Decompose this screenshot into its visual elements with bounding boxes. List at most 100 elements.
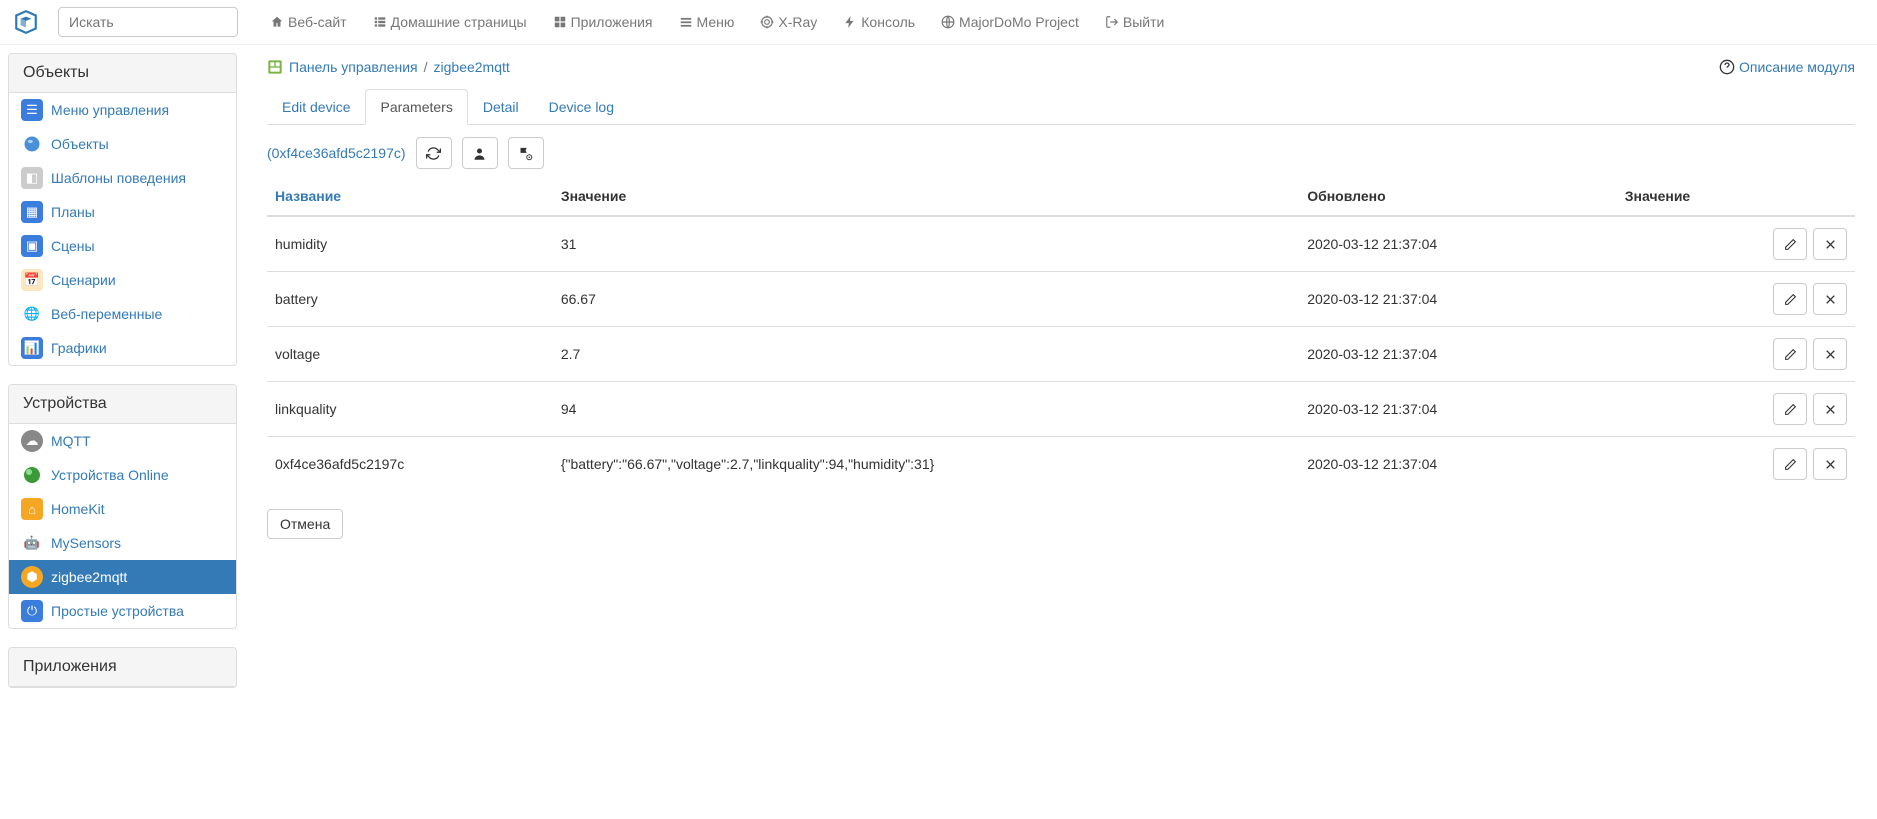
sidebar-item-behavior[interactable]: ◧ Шаблоны поведения bbox=[9, 161, 236, 195]
search-input[interactable] bbox=[58, 7, 238, 37]
sidebar-item-label: Меню управления bbox=[51, 102, 169, 118]
edit-button[interactable] bbox=[1773, 448, 1807, 480]
nav-menu[interactable]: Меню bbox=[667, 6, 747, 38]
nav-console-label: Консоль bbox=[861, 14, 915, 30]
nav-xray[interactable]: X-Ray bbox=[748, 6, 829, 38]
sphere-icon bbox=[21, 133, 43, 155]
sidebar-item-mysensors[interactable]: 🤖 MySensors bbox=[9, 526, 236, 560]
delete-button[interactable] bbox=[1813, 448, 1847, 480]
cell-name: linkquality bbox=[267, 382, 553, 437]
sidebar-item-label: zigbee2mqtt bbox=[51, 569, 127, 585]
mysensors-icon: 🤖 bbox=[21, 532, 43, 554]
sidebar-item-simple-devices[interactable]: ⏻ Простые устройства bbox=[9, 594, 236, 628]
tab-device-log[interactable]: Device log bbox=[534, 89, 629, 125]
sidebar-item-objects[interactable]: Объекты bbox=[9, 127, 236, 161]
breadcrumb-current[interactable]: zigbee2mqtt bbox=[434, 59, 510, 75]
sidebar-devices-header: Устройства bbox=[9, 385, 236, 424]
delete-button[interactable] bbox=[1813, 393, 1847, 425]
nav-project[interactable]: MajorDoMo Project bbox=[929, 6, 1091, 38]
calendar-icon: 📅 bbox=[21, 269, 43, 291]
flag-gear-icon bbox=[518, 146, 533, 161]
delete-button[interactable] bbox=[1813, 338, 1847, 370]
sidebar-item-label: MQTT bbox=[51, 433, 91, 449]
sidebar-item-webvars[interactable]: 🌐 Веб-переменные bbox=[9, 297, 236, 331]
breadcrumb-control-panel[interactable]: Панель управления bbox=[289, 59, 418, 75]
nav-website-label: Веб-сайт bbox=[288, 14, 347, 30]
close-icon bbox=[1824, 458, 1837, 471]
flag-settings-button[interactable] bbox=[508, 137, 544, 169]
sidebar-item-homekit[interactable]: ⌂ HomeKit bbox=[9, 492, 236, 526]
dashboard-icon bbox=[267, 59, 283, 75]
sidebar-panel-objects: Объекты ☰ Меню управления Объекты ◧ Шабл… bbox=[8, 53, 237, 366]
cell-name: 0xf4ce36afd5c2197c bbox=[267, 437, 553, 492]
app-logo[interactable] bbox=[12, 8, 40, 36]
nav-project-label: MajorDoMo Project bbox=[959, 14, 1079, 30]
sidebar-item-mqtt[interactable]: ☁ MQTT bbox=[9, 424, 236, 458]
edit-button[interactable] bbox=[1773, 228, 1807, 260]
close-icon bbox=[1824, 403, 1837, 416]
sidebar-item-label: Графики bbox=[51, 340, 107, 356]
cancel-button[interactable]: Отмена bbox=[267, 509, 343, 539]
col-value-header: Значение bbox=[553, 177, 1299, 216]
tab-parameters[interactable]: Parameters bbox=[365, 89, 467, 125]
home-icon bbox=[270, 15, 284, 29]
sidebar-item-label: Планы bbox=[51, 204, 95, 220]
sidebar-item-label: Сцены bbox=[51, 238, 95, 254]
nav-website[interactable]: Веб-сайт bbox=[258, 6, 359, 38]
sidebar-item-label: Веб-переменные bbox=[51, 306, 162, 322]
nav-console[interactable]: Консоль bbox=[831, 6, 927, 38]
sidebar: Объекты ☰ Меню управления Объекты ◧ Шабл… bbox=[0, 45, 245, 714]
delete-button[interactable] bbox=[1813, 228, 1847, 260]
user-icon bbox=[472, 146, 487, 161]
edit-button[interactable] bbox=[1773, 283, 1807, 315]
cell-value: {"battery":"66.67","voltage":2.7,"linkqu… bbox=[553, 437, 1299, 492]
homekit-icon: ⌂ bbox=[21, 498, 43, 520]
zigbee-icon: ⬢ bbox=[21, 566, 43, 588]
sidebar-item-zigbee2mqtt[interactable]: ⬢ zigbee2mqtt bbox=[9, 560, 236, 594]
cell-updated: 2020-03-12 21:37:04 bbox=[1299, 216, 1617, 272]
edit-button[interactable] bbox=[1773, 393, 1807, 425]
sidebar-item-label: Шаблоны поведения bbox=[51, 170, 186, 186]
sidebar-item-control-menu[interactable]: ☰ Меню управления bbox=[9, 93, 236, 127]
sidebar-item-scenes[interactable]: ▣ Сцены bbox=[9, 229, 236, 263]
sidebar-item-devices-online[interactable]: Устройства Online bbox=[9, 458, 236, 492]
table-row: battery66.672020-03-12 21:37:04 bbox=[267, 272, 1855, 327]
sidebar-item-label: Объекты bbox=[51, 136, 109, 152]
main-content: Панель управления / zigbee2mqtt Описание… bbox=[245, 45, 1877, 714]
breadcrumb-separator: / bbox=[424, 59, 428, 75]
tab-edit-device[interactable]: Edit device bbox=[267, 89, 365, 125]
user-button[interactable] bbox=[462, 137, 498, 169]
bolt-icon bbox=[843, 15, 857, 29]
nav-logout[interactable]: Выйти bbox=[1093, 6, 1176, 38]
cell-value: 2.7 bbox=[553, 327, 1299, 382]
edit-button[interactable] bbox=[1773, 338, 1807, 370]
sidebar-item-scenarios[interactable]: 📅 Сценарии bbox=[9, 263, 236, 297]
pencil-icon bbox=[1784, 238, 1797, 251]
sidebar-apps-header: Приложения bbox=[9, 648, 236, 687]
sidebar-item-charts[interactable]: 📊 Графики bbox=[9, 331, 236, 365]
sidebar-item-label: Простые устройства bbox=[51, 603, 184, 619]
help-link[interactable]: Описание модуля bbox=[1719, 59, 1855, 75]
sidebar-item-plans[interactable]: ▦ Планы bbox=[9, 195, 236, 229]
table-row: 0xf4ce36afd5c2197c{"battery":"66.67","vo… bbox=[267, 437, 1855, 492]
col-updated-header: Обновлено bbox=[1299, 177, 1617, 216]
power-icon: ⏻ bbox=[21, 600, 43, 622]
refresh-icon bbox=[426, 146, 441, 161]
nav-apps[interactable]: Приложения bbox=[541, 6, 665, 38]
cell-updated: 2020-03-12 21:37:04 bbox=[1299, 327, 1617, 382]
col-actions-header: Значение bbox=[1617, 177, 1855, 216]
cell-name: humidity bbox=[267, 216, 553, 272]
pencil-icon bbox=[1784, 348, 1797, 361]
col-name-header[interactable]: Название bbox=[267, 177, 553, 216]
sidebar-panel-devices: Устройства ☁ MQTT Устройства Online ⌂ Ho… bbox=[8, 384, 237, 629]
nav-logout-label: Выйти bbox=[1123, 14, 1164, 30]
cell-value: 31 bbox=[553, 216, 1299, 272]
sidebar-objects-header: Объекты bbox=[9, 54, 236, 93]
nav-homepages[interactable]: Домашние страницы bbox=[361, 6, 539, 38]
device-id-link[interactable]: (0xf4ce36afd5c2197c) bbox=[267, 145, 406, 161]
sidebar-item-label: Сценарии bbox=[51, 272, 116, 288]
refresh-button[interactable] bbox=[416, 137, 452, 169]
tab-detail[interactable]: Detail bbox=[468, 89, 534, 125]
delete-button[interactable] bbox=[1813, 283, 1847, 315]
scenes-icon: ▣ bbox=[21, 235, 43, 257]
